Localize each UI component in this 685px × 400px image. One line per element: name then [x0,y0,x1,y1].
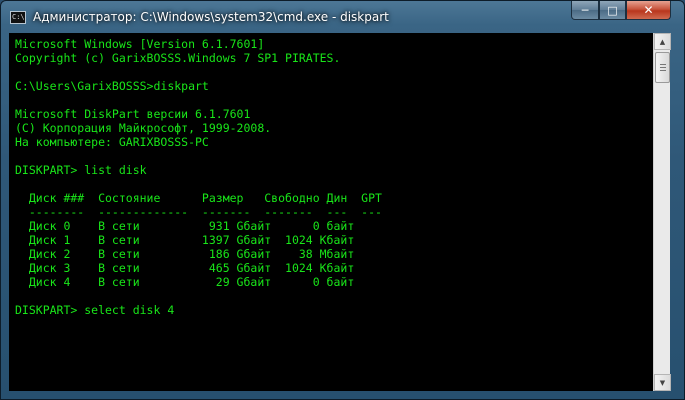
console-line: Microsoft Windows [Version 6.1.7601] [15,37,265,51]
scroll-thumb[interactable] [655,52,670,83]
vertical-scrollbar[interactable]: ▲ ▼ [653,33,671,391]
console-line: Copyright (c) GarixBOSSS.Windows 7 SP1 P… [15,51,341,65]
arrow-down-icon: ▼ [659,378,666,387]
close-button[interactable]: ✕ [626,1,671,20]
disk-table-divider: -------- ------------- ------- ------- -… [15,205,382,219]
console-line: (C) Корпорация Майкрософт, 1999-2008. [15,121,272,135]
console-line: Microsoft DiskPart версии 6.1.7601 [15,107,251,121]
grip-line [660,64,666,65]
console-prompt-line: DISKPART> select disk 4 [15,303,175,317]
close-icon: ✕ [643,3,654,17]
window-bottom-frame [1,391,684,400]
scroll-down-button[interactable]: ▼ [654,374,671,391]
disk-table-row: Диск 4 В сети 29 Gбайт 0 байт [15,275,355,289]
minimize-icon: ─ [581,3,589,17]
arrow-up-icon: ▲ [659,37,666,46]
disk-table-row: Диск 0 В сети 931 Gбайт 0 байт [15,219,355,233]
disk-table-row: Диск 2 В сети 186 Gбайт 38 Mбайт [15,247,355,261]
console-line: На компьютере: GARIXBOSSS-PC [15,135,209,149]
console-line: C:\Users\GarixBOSSS>diskpart [15,79,209,93]
disk-table-row: Диск 1 В сети 1397 Gбайт 1024 Kбайт [15,233,355,247]
cmd-app-icon[interactable]: C:\ [10,11,26,24]
scroll-up-button[interactable]: ▲ [654,33,671,50]
console-output[interactable]: Microsoft Windows [Version 6.1.7601] Cop… [9,33,653,391]
minimize-button[interactable]: ─ [571,1,599,20]
disk-table-row: Диск 3 В сети 465 Gбайт 1024 Kбайт [15,261,355,275]
disk-table-header: Диск ### Состояние Размер Свободно Дин G… [15,191,382,205]
cmd-window: C:\ Администратор: C:\Windows\system32\c… [0,0,685,400]
maximize-button[interactable]: □ [599,1,626,20]
window-title: Администратор: C:\Windows\system32\cmd.e… [33,10,389,24]
grip-line [660,67,666,68]
maximize-icon: □ [607,3,618,17]
title-bar[interactable]: C:\ Администратор: C:\Windows\system32\c… [1,1,684,33]
console-line: DISKPART> list disk [15,163,147,177]
grip-line [660,70,666,71]
